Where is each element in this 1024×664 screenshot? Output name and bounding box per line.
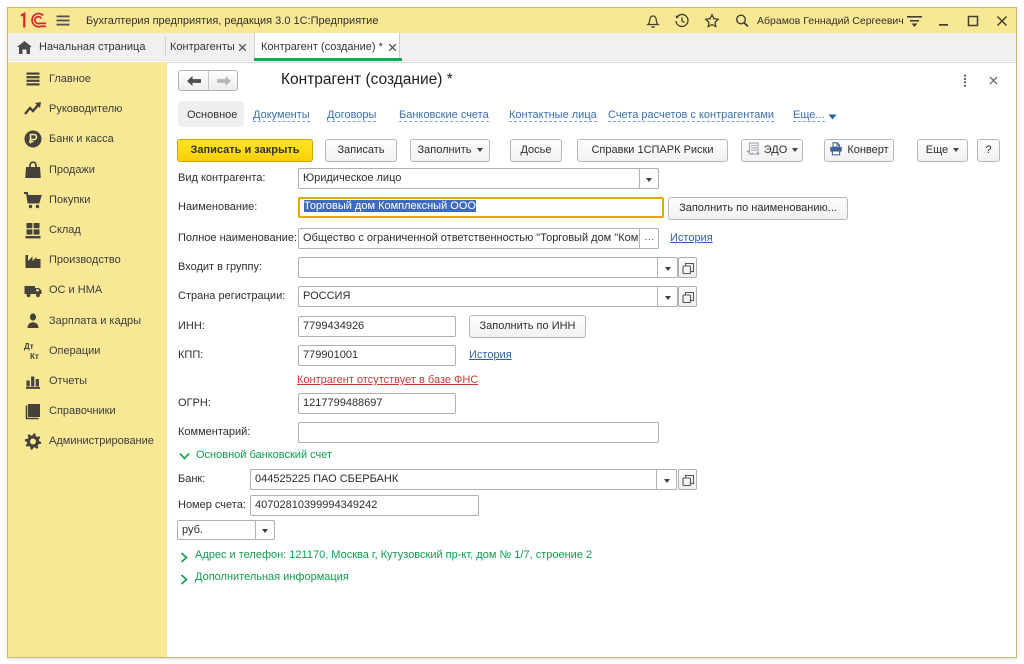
svg-text:Дт: Дт — [24, 342, 34, 351]
svg-text:Кт: Кт — [30, 352, 39, 361]
